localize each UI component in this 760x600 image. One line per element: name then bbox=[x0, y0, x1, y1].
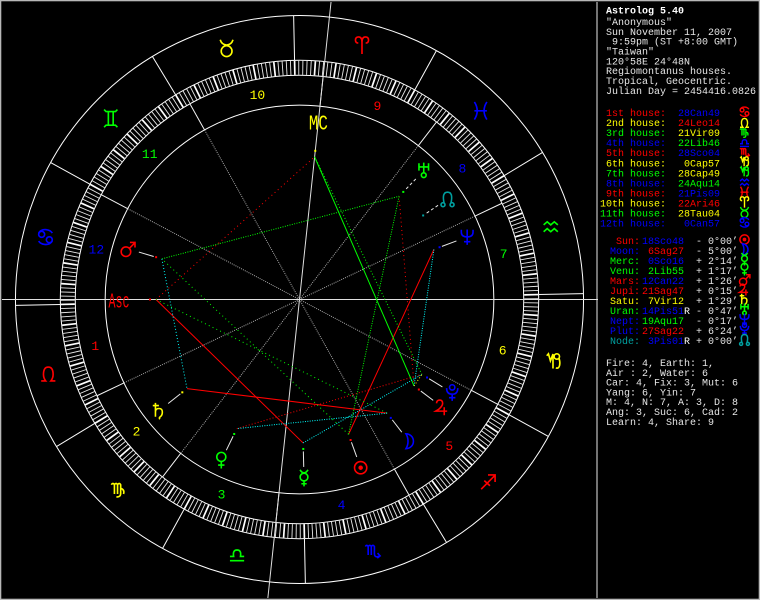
svg-text:5: 5 bbox=[445, 439, 453, 454]
svg-text:Julian Day = 2454416.0826: Julian Day = 2454416.0826 bbox=[606, 86, 756, 98]
svg-text:MC: MC bbox=[309, 114, 328, 137]
svg-text:11: 11 bbox=[142, 147, 158, 162]
svg-text:+ 0°00’: + 0°00’ bbox=[696, 336, 738, 348]
svg-text:8: 8 bbox=[459, 162, 467, 177]
svg-text:12: 12 bbox=[89, 243, 105, 258]
svg-text:R: R bbox=[684, 307, 690, 318]
svg-text:1: 1 bbox=[91, 339, 99, 354]
svg-text:6: 6 bbox=[499, 343, 507, 358]
svg-text:7: 7 bbox=[500, 247, 508, 262]
svg-text:Asc: Asc bbox=[109, 292, 130, 315]
svg-text:Learn: 4, Share: 9: Learn: 4, Share: 9 bbox=[606, 417, 714, 429]
svg-text:3Pis01: 3Pis01 bbox=[642, 336, 684, 348]
svg-text:R: R bbox=[684, 337, 690, 348]
svg-text:10: 10 bbox=[250, 88, 266, 103]
svg-text:9: 9 bbox=[374, 99, 382, 114]
svg-text:12th house:: 12th house: bbox=[600, 219, 666, 231]
svg-text:Node:: Node: bbox=[610, 336, 640, 348]
svg-text:3: 3 bbox=[218, 487, 226, 502]
svg-text:0Can57: 0Can57 bbox=[678, 220, 720, 231]
svg-text:Astrolog 5.40: Astrolog 5.40 bbox=[606, 6, 684, 18]
svg-text:4: 4 bbox=[338, 498, 346, 513]
svg-text:2: 2 bbox=[133, 424, 141, 439]
